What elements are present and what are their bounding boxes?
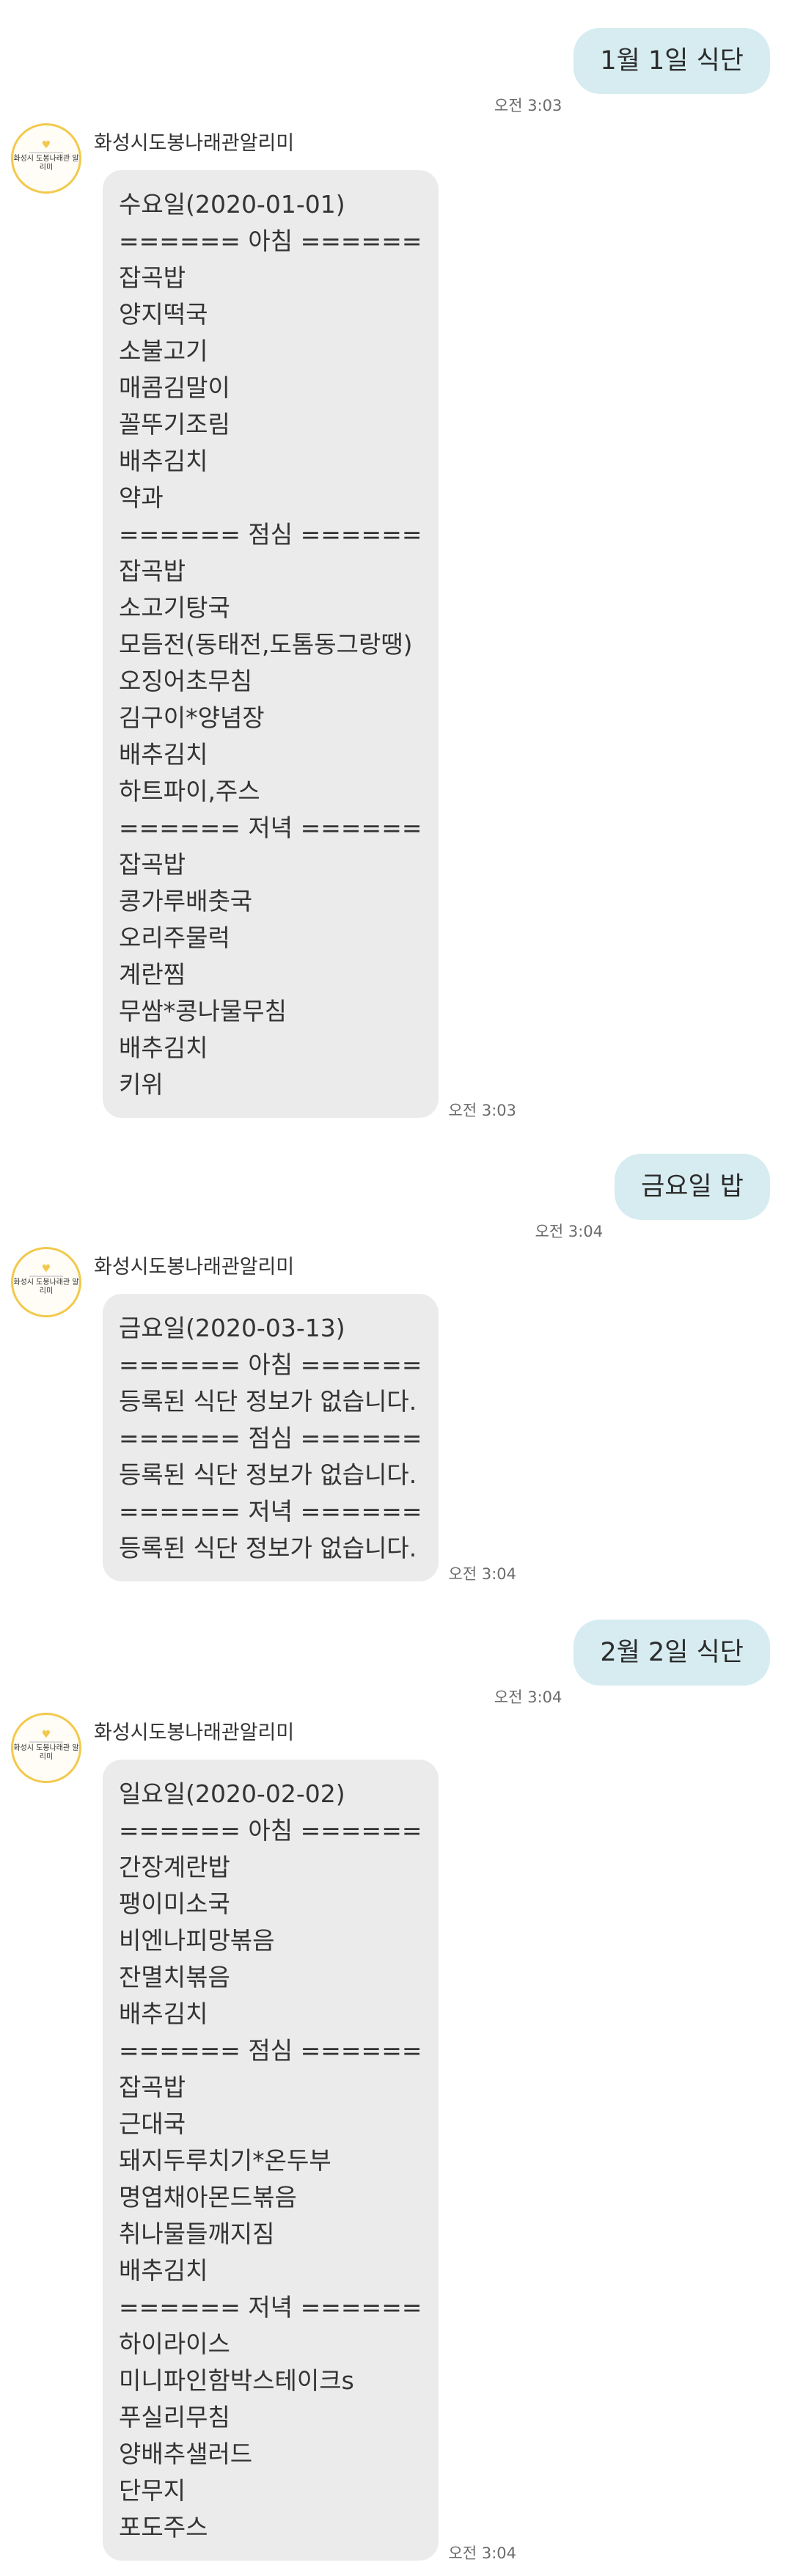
message-time: 오전 3:03 <box>448 1102 516 1119</box>
incoming-bubble[interactable]: 일요일(2020-02-02) ====== 아침 ====== 간장계란밥팽이미소… <box>103 1760 439 2561</box>
message-line: 양배추샐러드 <box>119 2440 253 2468</box>
message-line: 계란찜 <box>119 960 186 989</box>
message-line: 등록된 식단 정보가 없습니다. <box>119 1460 417 1489</box>
message-line: 포도주스 <box>119 2513 208 2542</box>
incoming-bubble[interactable]: 수요일(2020-01-01) ====== 아침 ====== 잡곡밥 양지떡국 소불… <box>103 170 439 1118</box>
message-line: 잡곡밥 <box>119 263 186 292</box>
message-line: 소불고기 <box>119 337 208 365</box>
message-line: ====== 저녁 ====== <box>119 2293 422 2321</box>
message-line: 비엔나피망볶음 <box>119 1926 275 1955</box>
message-line: 콩가루배춧국 <box>119 887 253 915</box>
outgoing-message: 오전 3:04 2월 2일 식단 <box>494 1620 770 1706</box>
outgoing-bubble[interactable]: 2월 2일 식단 <box>573 1620 770 1686</box>
heart-logo-icon: ♥ <box>41 139 51 151</box>
outgoing-message: 오전 3:04 금요일 밥 <box>535 1154 770 1240</box>
incoming-row: 수요일(2020-01-01) ====== 아침 ====== 잡곡밥 양지떡국 소불… <box>103 170 516 1119</box>
outgoing-bubble[interactable]: 금요일 밥 <box>615 1154 770 1220</box>
message-line: 오징어초무침 <box>119 667 253 695</box>
message-line: 금요일(2020-03-13) <box>119 1314 345 1342</box>
message-line: 모듬전(동태전,도톰동그랑땡) <box>119 630 413 659</box>
message-line: 양지떡국 <box>119 300 208 329</box>
incoming-bubble[interactable]: 금요일(2020-03-13) ====== 아침 ====== 등록된 식단 정보… <box>103 1294 439 1581</box>
message-line: 명엽채아몬드볶음 <box>119 2183 297 2211</box>
message-line: 미니파인함박스테이크s <box>119 2366 354 2395</box>
message-line: 잡곡밥 <box>119 557 186 585</box>
message-line: 약과 <box>119 483 164 512</box>
message-line: 무쌈*콩나물무침 <box>119 997 287 1025</box>
heart-logo-icon: ♥ <box>41 1729 51 1741</box>
message-time: 오전 3:04 <box>448 1565 516 1583</box>
message-line: 잡곡밥 <box>119 850 186 879</box>
message-line: ====== 아침 ====== <box>119 227 422 255</box>
message-time: 오전 3:03 <box>494 97 562 114</box>
message-line: 푸실리무침 <box>119 2403 230 2432</box>
message-time: 오전 3:04 <box>448 2544 516 2562</box>
outgoing-message: 오전 3:03 1월 1일 식단 <box>494 28 770 114</box>
message-line: 수요일(2020-01-01) <box>119 190 345 219</box>
message-line: 배추김치 <box>119 1033 208 1062</box>
message-time: 오전 3:04 <box>535 1223 604 1240</box>
message-line: 김구이*양념장 <box>119 703 265 732</box>
message-line: ====== 아침 ====== <box>119 1350 422 1379</box>
message-line: 배추김치 <box>119 740 208 769</box>
heart-logo-icon: ♥ <box>41 1263 51 1275</box>
message-line: 배추김치 <box>119 447 208 475</box>
message-line: ====== 점심 ====== <box>119 2036 422 2065</box>
message-line: 매콤김말이 <box>119 373 230 402</box>
message-line: 배추김치 <box>119 1999 208 2028</box>
avatar[interactable]: ♥ 화성시 도봉나래관 알리미 <box>11 123 81 194</box>
incoming-row: 금요일(2020-03-13) ====== 아침 ====== 등록된 식단 정보… <box>103 1294 516 1583</box>
message-line: 잡곡밥 <box>119 2073 186 2101</box>
message-line: ====== 저녁 ====== <box>119 813 422 842</box>
message-line: 취나물들깨지짐 <box>119 2220 275 2248</box>
message-line: ====== 아침 ====== <box>119 1816 422 1845</box>
message-line: 하이라이스 <box>119 2330 230 2358</box>
message-line: 오리주물럭 <box>119 923 230 952</box>
sender-name: 화성시도봉나래관알리미 <box>94 1256 295 1278</box>
message-line: 일요일(2020-02-02) <box>119 1779 345 1808</box>
message-line: 꼴뚜기조림 <box>119 410 230 439</box>
message-line: 소고기탕국 <box>119 593 230 622</box>
message-time: 오전 3:04 <box>494 1688 562 1706</box>
message-line: ====== 점심 ====== <box>119 520 422 549</box>
chat-log: 오전 3:03 1월 1일 식단 ♥ 화성시 도봉나래관 알리미 화성시도봉나래… <box>0 0 792 2576</box>
message-line: 키위 <box>119 1070 164 1099</box>
message-line: 하트파이,주스 <box>119 777 260 805</box>
message-line: 배추김치 <box>119 2256 208 2285</box>
message-line: ====== 저녁 ====== <box>119 1497 422 1526</box>
message-line: 단무지 <box>119 2476 186 2505</box>
avatar-logo-text: 화성시 도봉나래관 알리미 <box>13 1278 79 1295</box>
message-line: 등록된 식단 정보가 없습니다. <box>119 1534 417 1562</box>
incoming-row: 일요일(2020-02-02) ====== 아침 ====== 간장계란밥팽이미소… <box>103 1760 516 2562</box>
message-line: 돼지두루치기*온두부 <box>119 2146 331 2175</box>
sender-name: 화성시도봉나래관알리미 <box>94 1721 295 1744</box>
avatar[interactable]: ♥ 화성시 도봉나래관 알리미 <box>11 1247 81 1317</box>
avatar-logo-text: 화성시 도봉나래관 알리미 <box>13 1744 79 1761</box>
sender-name: 화성시도봉나래관알리미 <box>94 132 295 155</box>
avatar[interactable]: ♥ 화성시 도봉나래관 알리미 <box>11 1713 81 1783</box>
message-line: ====== 점심 ====== <box>119 1424 422 1452</box>
message-line: 등록된 식단 정보가 없습니다. <box>119 1387 417 1416</box>
avatar-logo-text: 화성시 도봉나래관 알리미 <box>13 155 79 172</box>
message-line: 잔멸치볶음 <box>119 1963 230 1991</box>
message-line: 팽이미소국 <box>119 1889 230 1918</box>
message-line: 간장계란밥 <box>119 1853 230 1881</box>
message-line: 근대국 <box>119 2110 186 2138</box>
outgoing-bubble[interactable]: 1월 1일 식단 <box>573 28 770 94</box>
